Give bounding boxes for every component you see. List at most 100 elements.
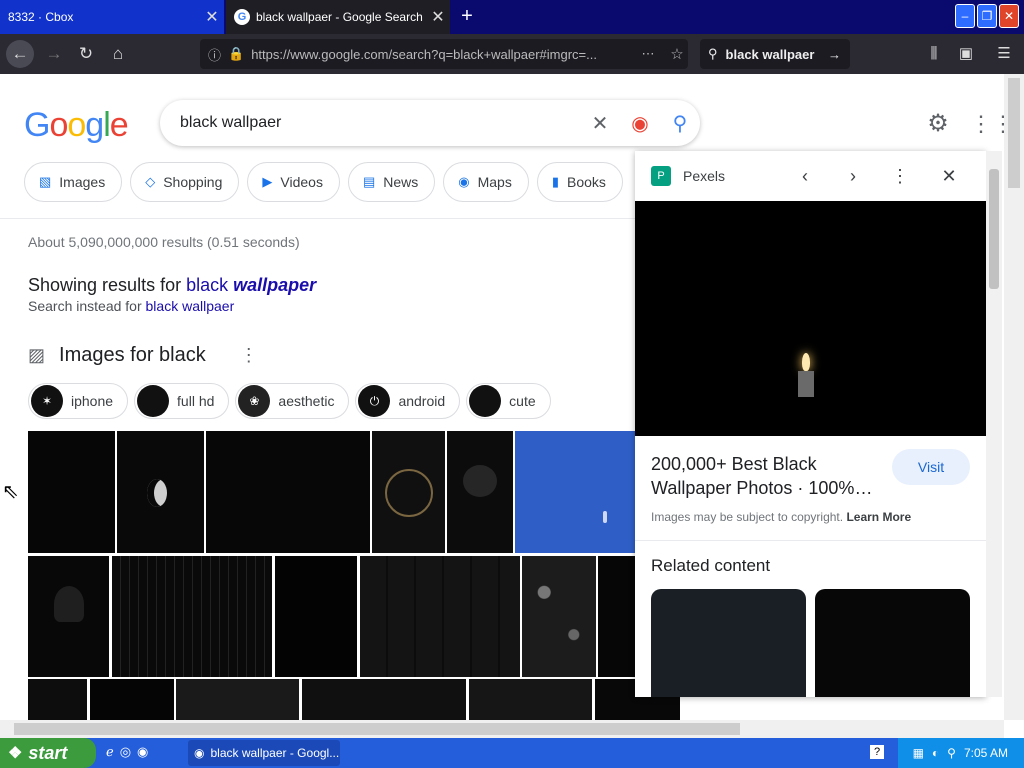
window-close-button[interactable]: ✕: [999, 4, 1019, 28]
corrected-query-link[interactable]: black wallpaper: [186, 275, 316, 295]
page-actions-icon[interactable]: ⋯: [637, 46, 659, 62]
google-logo[interactable]: Google: [24, 106, 129, 145]
images-heading-text[interactable]: Images for black: [59, 344, 206, 367]
panel-scrollbar[interactable]: [986, 151, 1002, 697]
panel-source[interactable]: Pexels: [683, 168, 725, 184]
image-result[interactable]: [28, 679, 87, 720]
forward-button[interactable]: →: [40, 40, 68, 68]
panel-title[interactable]: 200,000+ Best Black Wallpaper Photos · 1…: [651, 452, 881, 500]
filter-maps[interactable]: ◉ Maps: [443, 162, 529, 202]
help-icon[interactable]: ?: [870, 745, 884, 759]
close-tab-icon[interactable]: ✕: [426, 7, 450, 27]
image-result[interactable]: [469, 679, 592, 720]
lock-icon: 🔒: [228, 46, 245, 61]
settings-gear-icon[interactable]: ⚙: [924, 110, 952, 138]
tab-label: 8332 · Cbox: [8, 10, 74, 24]
image-result[interactable]: [360, 556, 520, 677]
taskbar: ❖ start ℯ ◎ ◉ ◉ black wallpaer - Googl..…: [0, 738, 1024, 768]
image-result[interactable]: [112, 556, 272, 677]
suggestion-aesthetic[interactable]: ❀ aesthetic: [235, 383, 350, 419]
image-result[interactable]: [522, 556, 596, 677]
menu-icon[interactable]: ☰: [990, 40, 1018, 68]
filter-images[interactable]: ▧ Images: [24, 162, 123, 202]
info-icon[interactable]: ⓘ: [208, 45, 221, 64]
clear-icon[interactable]: ✕: [580, 111, 620, 136]
related-image[interactable]: [651, 589, 806, 697]
filter-shopping[interactable]: ◇ Shopping: [130, 162, 240, 202]
filter-news[interactable]: ▤ News: [347, 162, 436, 202]
library-icon[interactable]: ⫼: [920, 40, 948, 68]
filter-label: Videos: [280, 174, 323, 190]
image-result[interactable]: [176, 679, 299, 720]
image-icon: ▧: [39, 174, 52, 189]
more-options-icon[interactable]: ⋮: [240, 345, 258, 366]
apps-grid-icon[interactable]: ⋮⋮⋮: [970, 110, 1004, 138]
search-tray-icon[interactable]: ⚲: [947, 746, 956, 760]
image-result[interactable]: [206, 431, 370, 553]
candle-body-shape: [798, 371, 814, 397]
preview-image[interactable]: [635, 201, 986, 436]
suggestion-cute[interactable]: cute: [466, 383, 551, 419]
search-bar[interactable]: ⚲ black wallpaer →: [700, 39, 850, 69]
panel-scrollbar-thumb[interactable]: [989, 169, 999, 289]
close-panel-button[interactable]: ✕: [934, 161, 964, 191]
camera-search-icon[interactable]: ◉: [620, 111, 660, 136]
showing-prefix: Showing results for: [28, 275, 182, 295]
minimize-button[interactable]: –: [955, 4, 975, 28]
network-icon[interactable]: ▦: [913, 746, 924, 760]
learn-more-link[interactable]: Learn More: [846, 510, 911, 524]
suggestion-thumbnail: ❀: [238, 385, 271, 417]
reload-button[interactable]: ↻: [72, 40, 100, 68]
close-tab-icon[interactable]: ✕: [200, 7, 224, 27]
suggestion-android[interactable]: ⏻ android: [355, 383, 461, 419]
firefox-icon[interactable]: ◉: [137, 744, 148, 760]
image-result[interactable]: [302, 679, 466, 720]
image-result[interactable]: [117, 431, 204, 553]
go-arrow-icon[interactable]: →: [828, 47, 850, 62]
image-result[interactable]: [28, 556, 109, 677]
suggestion-iphone[interactable]: ✶ iphone: [28, 383, 129, 419]
filter-label: News: [383, 174, 419, 190]
bookmark-star-icon[interactable]: ☆: [666, 45, 688, 63]
image-result[interactable]: [275, 556, 357, 677]
new-tab-button[interactable]: +: [455, 4, 479, 28]
visit-button[interactable]: Visit: [892, 449, 970, 485]
tab-google-search[interactable]: G black wallpaer - Google Search ✕: [226, 0, 450, 34]
divider: [0, 218, 640, 219]
filter-books[interactable]: ▮ Books: [536, 162, 623, 202]
image-result-selected[interactable]: [515, 431, 640, 553]
image-result[interactable]: [28, 431, 115, 553]
back-button[interactable]: ←: [6, 40, 34, 68]
previous-image-button[interactable]: ‹: [790, 161, 820, 191]
filter-videos[interactable]: ▶ Videos: [247, 162, 340, 202]
page-horizontal-scrollbar[interactable]: [0, 720, 1004, 738]
maximize-button[interactable]: ❐: [977, 4, 997, 28]
firefox-icon: ◉: [194, 746, 205, 760]
app-icon[interactable]: ◎: [120, 744, 131, 760]
related-image[interactable]: [815, 589, 970, 697]
image-result[interactable]: [372, 431, 445, 553]
copyright-text: Images may be subject to copyright.: [651, 510, 844, 524]
image-result[interactable]: [598, 556, 640, 677]
horizontal-scrollbar-thumb[interactable]: [14, 723, 740, 735]
url-bar[interactable]: ⓘ 🔒 https://www.google.com/search?q=blac…: [200, 39, 688, 69]
home-button[interactable]: ⌂: [104, 40, 132, 68]
volume-icon[interactable]: ◐: [932, 746, 939, 760]
sidebar-icon[interactable]: ▣: [952, 40, 980, 68]
image-result[interactable]: [90, 679, 174, 720]
ie-icon[interactable]: ℯ: [106, 744, 114, 760]
page-scrollbar-thumb[interactable]: [1008, 78, 1020, 188]
more-options-icon[interactable]: ⋮: [885, 161, 915, 191]
next-image-button[interactable]: ›: [838, 161, 868, 191]
page-vertical-scrollbar[interactable]: [1004, 74, 1024, 720]
tab-cbox[interactable]: 8332 · Cbox ✕: [0, 0, 224, 34]
image-result[interactable]: [447, 431, 513, 553]
search-box[interactable]: black wallpaer ✕ ◉ ⚲: [160, 100, 700, 146]
suggestion-thumbnail: [469, 385, 502, 417]
search-submit-icon[interactable]: ⚲: [660, 111, 700, 136]
suggestion-label: android: [398, 393, 446, 409]
suggestion-full-hd[interactable]: full hd: [134, 383, 230, 419]
original-query-link[interactable]: black wallpaer: [146, 298, 235, 314]
start-button[interactable]: ❖ start: [0, 738, 96, 768]
taskbar-item-firefox[interactable]: ◉ black wallpaer - Googl...: [188, 740, 340, 766]
